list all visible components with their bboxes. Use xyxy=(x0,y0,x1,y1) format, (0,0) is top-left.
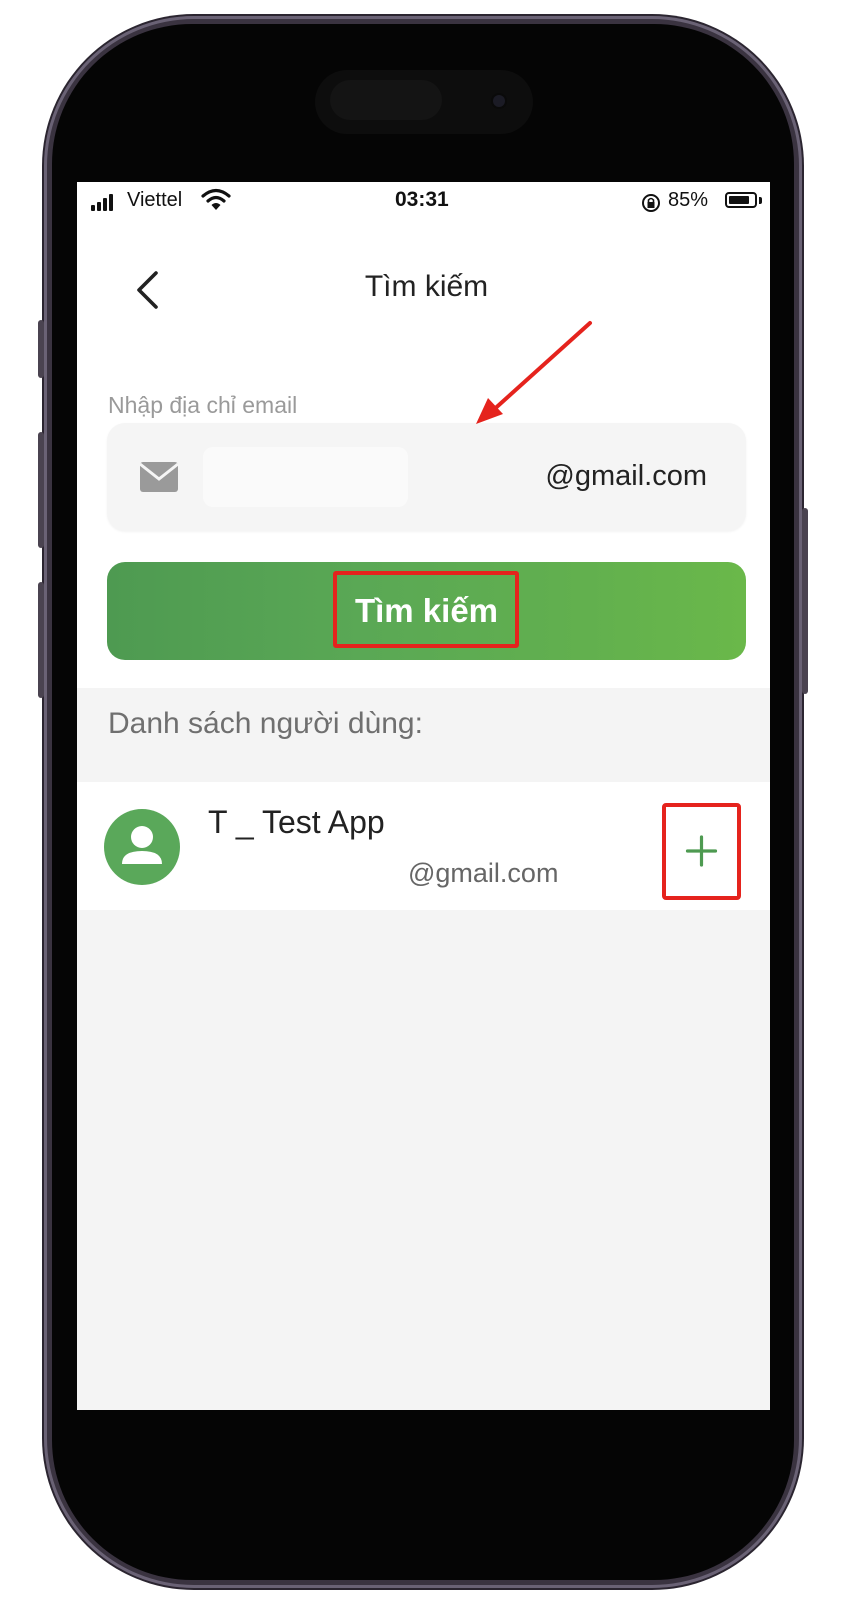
annotation-arrow xyxy=(476,321,592,424)
